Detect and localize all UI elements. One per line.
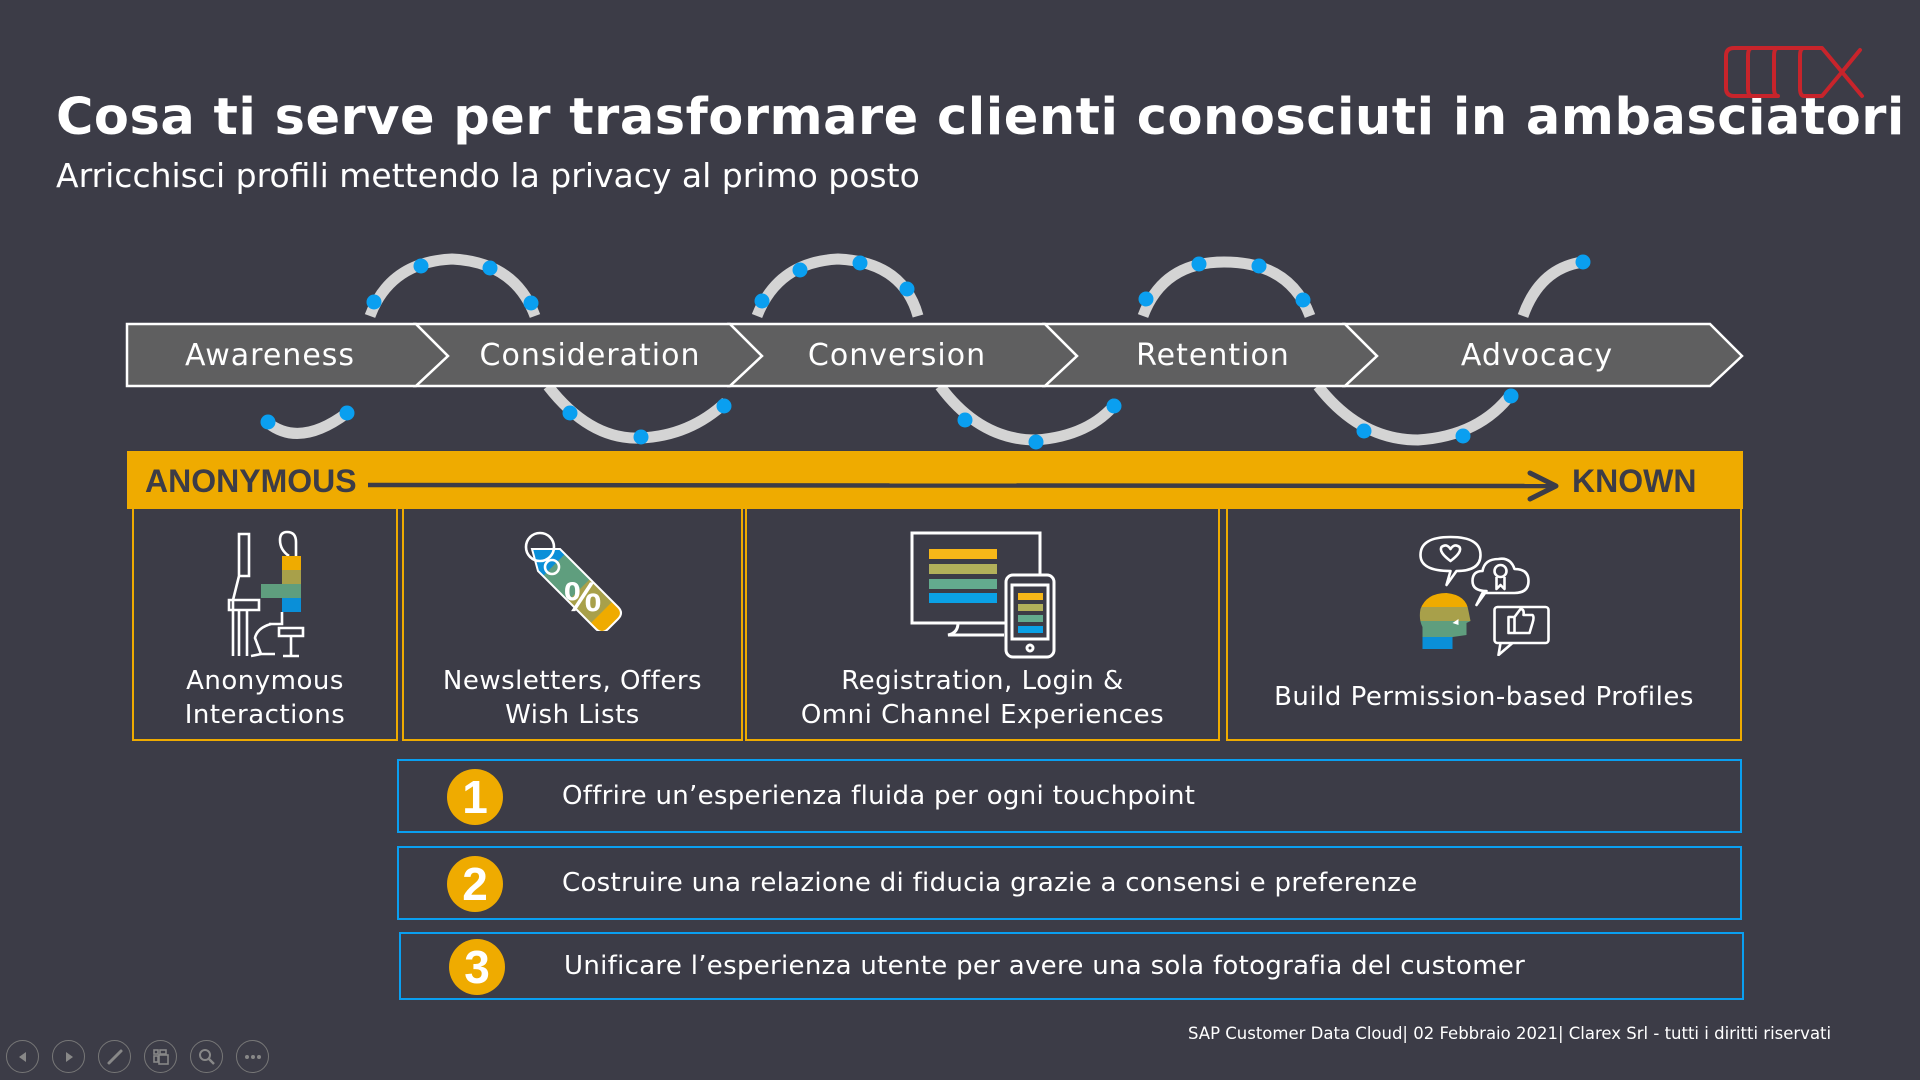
box-line: Anonymous (186, 666, 344, 696)
discount-tag-icon: % (524, 531, 622, 631)
arrow-right-icon (368, 470, 1559, 502)
objective-text: Offrire un’esperienza fluida per ogni to… (562, 781, 1196, 811)
presenter-controls (6, 1040, 269, 1074)
more-options-button[interactable] (236, 1040, 269, 1073)
pen-icon (107, 1049, 122, 1064)
objective-row: 3 Unificare l’esperienza utente per aver… (399, 932, 1744, 1000)
objective-number-badge: 3 (449, 939, 505, 995)
box-line: Registration, Login & (841, 666, 1124, 696)
box-line: Omni Channel Experiences (800, 700, 1165, 730)
box-text: Anonymous Interactions (134, 664, 396, 732)
ellipsis-icon (244, 1054, 261, 1059)
stage-consideration: Consideration (479, 338, 701, 373)
stage-conversion: Conversion (807, 338, 987, 373)
triangle-left-icon (18, 1051, 26, 1062)
stage-box-anonymous-interactions: Anonymous Interactions (132, 509, 398, 741)
objective-text: Costruire una relazione di fiducia grazi… (562, 868, 1418, 898)
triangle-right-icon (65, 1051, 73, 1062)
desktop-and-mobile-icon (910, 531, 1055, 659)
stage-retention: Retention (1136, 338, 1290, 373)
box-line: Newsletters, Offers (442, 666, 703, 696)
stage-box-newsletters-offers: % Newsletters, Offers Wish Lists (402, 509, 743, 741)
social-profile-icon (1419, 535, 1550, 656)
svg-text:%: % (564, 573, 601, 620)
stage-awareness: Awareness (184, 338, 356, 373)
slides-grid-icon (152, 1048, 169, 1065)
footer-copyright: SAP Customer Data Cloud| 02 Febbraio 202… (1188, 1024, 1832, 1043)
next-slide-button[interactable] (52, 1040, 85, 1073)
person-at-computer-icon (227, 530, 305, 658)
previous-slide-button[interactable] (6, 1040, 39, 1073)
anonymous-label: ANONYMOUS (145, 463, 357, 499)
box-line: Wish Lists (505, 700, 640, 730)
magnifier-icon (198, 1048, 215, 1065)
known-label: KNOWN (1572, 463, 1697, 499)
objective-row: 2 Costruire una relazione di fiducia gra… (397, 846, 1742, 920)
zoom-slide-button[interactable] (190, 1040, 223, 1073)
see-all-slides-button[interactable] (144, 1040, 177, 1073)
stage-advocacy: Advocacy (1460, 338, 1614, 373)
box-text: Registration, Login & Omni Channel Exper… (747, 664, 1218, 732)
box-line: Interactions (184, 700, 346, 730)
stage-box-permission-profiles: Build Permission-based Profiles (1226, 509, 1742, 741)
objective-row: 1 Offrire un’esperienza fluida per ogni … (397, 759, 1742, 833)
objective-number-badge: 1 (447, 769, 503, 825)
objective-text: Unificare l’esperienza utente per avere … (564, 951, 1526, 981)
box-text: Build Permission-based Profiles (1274, 682, 1694, 712)
stage-box-registration-login: Registration, Login & Omni Channel Exper… (745, 509, 1220, 741)
objective-number-badge: 2 (447, 856, 503, 912)
customer-journey-diagram (125, 253, 1744, 450)
pen-tool-button[interactable] (98, 1040, 131, 1073)
box-text: Newsletters, Offers Wish Lists (404, 664, 741, 732)
